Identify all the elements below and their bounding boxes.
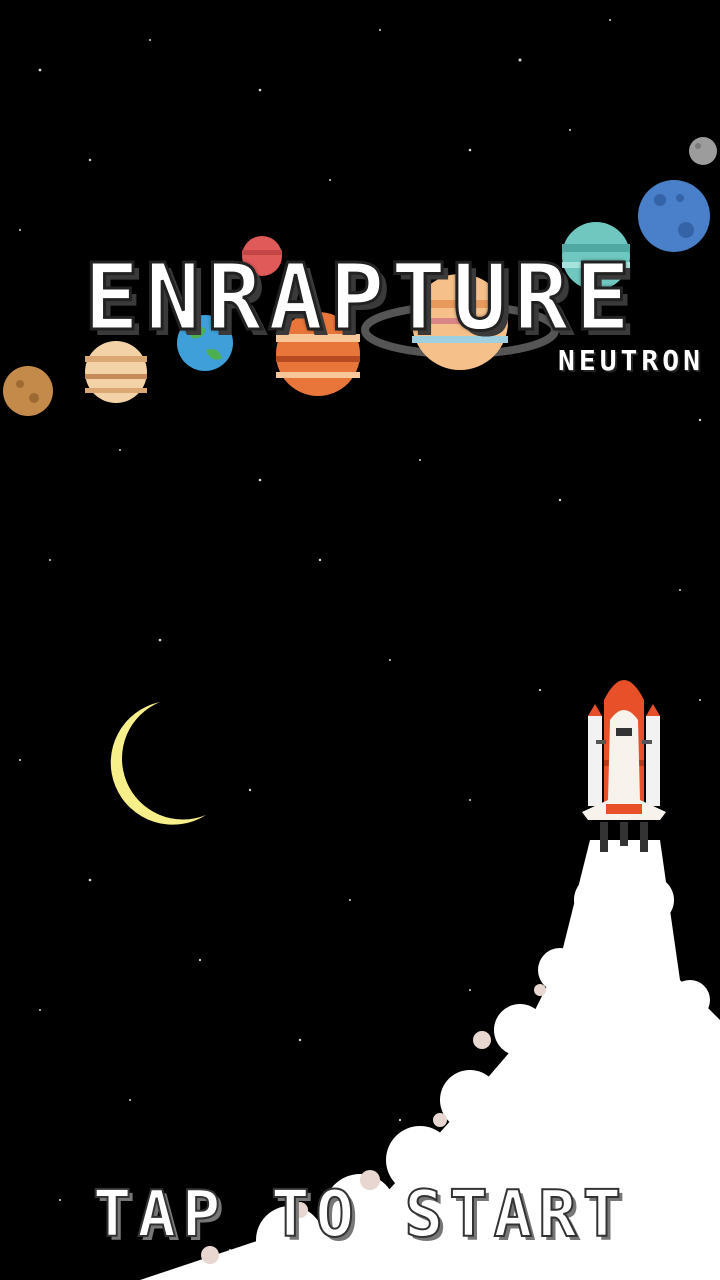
planet-icon <box>3 366 53 416</box>
planet-icon <box>638 180 710 252</box>
tap-to-start-button[interactable]: TAP TO START <box>0 1177 720 1253</box>
planet-icon <box>689 137 717 165</box>
game-title: ENRAPTURE <box>82 244 637 351</box>
game-subtitle: NEUTRON <box>557 344 704 377</box>
space-scene <box>0 0 720 1280</box>
